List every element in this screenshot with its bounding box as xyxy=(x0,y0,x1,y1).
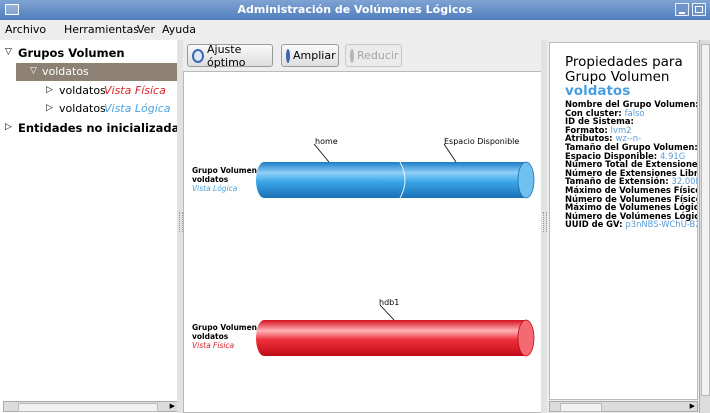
callout-line-hdb1 xyxy=(379,304,395,321)
properties-vg-name: voldatos xyxy=(565,83,631,99)
zoom-fit-icon xyxy=(192,48,204,63)
right-horizontal-scrollbar[interactable]: ▶ xyxy=(549,401,698,412)
tree-item-grupos-volumen[interactable]: ▽ Grupos Volumen xyxy=(0,44,178,62)
vg-label-line: Grupo Volumen xyxy=(192,323,258,332)
zoom-in-icon xyxy=(286,48,290,63)
logical-volume-cylinder[interactable] xyxy=(256,161,535,199)
fit-button[interactable]: Ajuste óptimo xyxy=(187,42,273,69)
tree-label: Grupos Volumen xyxy=(18,46,125,60)
menu-herramientas[interactable]: Herramientas xyxy=(64,23,139,36)
vg-label-view: Vista Física xyxy=(192,341,235,350)
callout-line-home xyxy=(313,143,330,163)
scroll-thumb[interactable] xyxy=(701,44,710,396)
fit-button-label: Ajuste óptimo xyxy=(206,42,246,69)
properties-panel: Propiedades para Grupo Volumen voldatos … xyxy=(549,42,698,400)
tree-view-type: Vista Física xyxy=(104,84,166,97)
properties-pane: Propiedades para Grupo Volumen voldatos … xyxy=(547,40,710,413)
volume-diagram-canvas: home Espacio Disponible hdb1 Grupo Volum… xyxy=(183,71,543,413)
tree-label: voldatos xyxy=(59,84,106,97)
window-title: Administración de Volúmenes Lógicos xyxy=(237,3,473,16)
vg-label-view: Vista Lógica xyxy=(192,184,238,193)
scroll-right-icon[interactable]: ▶ xyxy=(690,402,695,410)
tree-item-logical-view[interactable]: ▷ voldatos Vista Lógica xyxy=(0,100,178,118)
properties-heading: Propiedades para xyxy=(565,54,683,70)
volume-diagram xyxy=(256,143,535,357)
volume-tree-pane: ▽ Grupos Volumen ▽ voldatos ▷ voldatos V… xyxy=(0,40,180,413)
zoom-out-button-label: Reducir xyxy=(357,49,399,62)
physical-volume-cylinder[interactable] xyxy=(256,319,535,357)
expander-closed-icon[interactable]: ▷ xyxy=(46,103,53,113)
vg-label-name: voldatos xyxy=(192,332,229,341)
vg-label-line: Grupo Volumen xyxy=(192,166,258,175)
property-value: p3nNBS-WChU-B2 xyxy=(625,219,698,230)
expander-open-icon[interactable]: ▽ xyxy=(5,47,12,57)
expander-closed-icon[interactable]: ▷ xyxy=(5,122,12,132)
minimize-icon[interactable] xyxy=(675,3,689,16)
cylinder-left-cap xyxy=(256,320,272,356)
callout-line-free xyxy=(443,143,457,163)
segment-label-free-space: Espacio Disponible xyxy=(444,137,520,146)
cylinder-right-cap xyxy=(517,161,535,199)
zoom-out-icon xyxy=(350,48,354,63)
expander-closed-icon[interactable]: ▷ xyxy=(46,85,53,95)
segment-label-home: home xyxy=(315,137,338,146)
tree-item-voldatos-selected[interactable]: ▽ voldatos xyxy=(16,63,178,81)
zoom-in-button-label: Ampliar xyxy=(293,49,336,62)
cylinder-left-cap xyxy=(256,162,272,198)
cylinder-body xyxy=(264,162,526,198)
menu-ayuda[interactable]: Ayuda xyxy=(162,23,196,36)
physical-vg-label: Grupo Volumen voldatos Vista Física xyxy=(192,323,257,350)
menu-bar: Archivo Herramientas Ver Ayuda xyxy=(0,20,710,40)
tree-item-physical-view[interactable]: ▷ voldatos Vista Física xyxy=(0,82,178,100)
title-bar: Administración de Volúmenes Lógicos xyxy=(0,0,710,20)
logical-vg-label: Grupo Volumen voldatos Vista Lógica xyxy=(192,166,257,193)
scroll-thumb[interactable] xyxy=(18,403,158,412)
right-vertical-scrollbar[interactable] xyxy=(699,40,710,413)
property-label: UUID de GV: xyxy=(565,219,623,230)
property-row: UUID de GV: p3nNBS-WChU-B2 xyxy=(565,219,698,230)
scroll-thumb[interactable] xyxy=(560,403,602,412)
zoom-in-button[interactable]: Ampliar xyxy=(281,44,339,67)
cylinder-body xyxy=(264,320,526,356)
scroll-right-icon[interactable]: ▶ xyxy=(170,402,175,410)
tree-label: Entidades no inicializada xyxy=(18,121,180,135)
diagram-pane: Ajuste óptimo Ampliar Reducir home Espac… xyxy=(183,40,543,413)
segment-label-hdb1: hdb1 xyxy=(379,298,400,307)
tree-label: voldatos xyxy=(42,65,89,78)
tree-view-type: Vista Lógica xyxy=(104,102,171,115)
menu-archivo[interactable]: Archivo xyxy=(5,23,46,36)
zoom-out-button[interactable]: Reducir xyxy=(345,44,402,67)
vg-label-name: voldatos xyxy=(192,175,229,184)
tree-label: voldatos xyxy=(59,102,106,115)
expander-open-icon[interactable]: ▽ xyxy=(30,66,37,76)
menu-ver[interactable]: Ver xyxy=(137,23,155,36)
maximize-icon[interactable] xyxy=(692,3,706,16)
cylinder-right-cap xyxy=(517,319,535,357)
tree-item-uninitialized[interactable]: ▷ Entidades no inicializada xyxy=(0,119,180,137)
left-horizontal-scrollbar[interactable]: ▶ xyxy=(3,401,178,412)
